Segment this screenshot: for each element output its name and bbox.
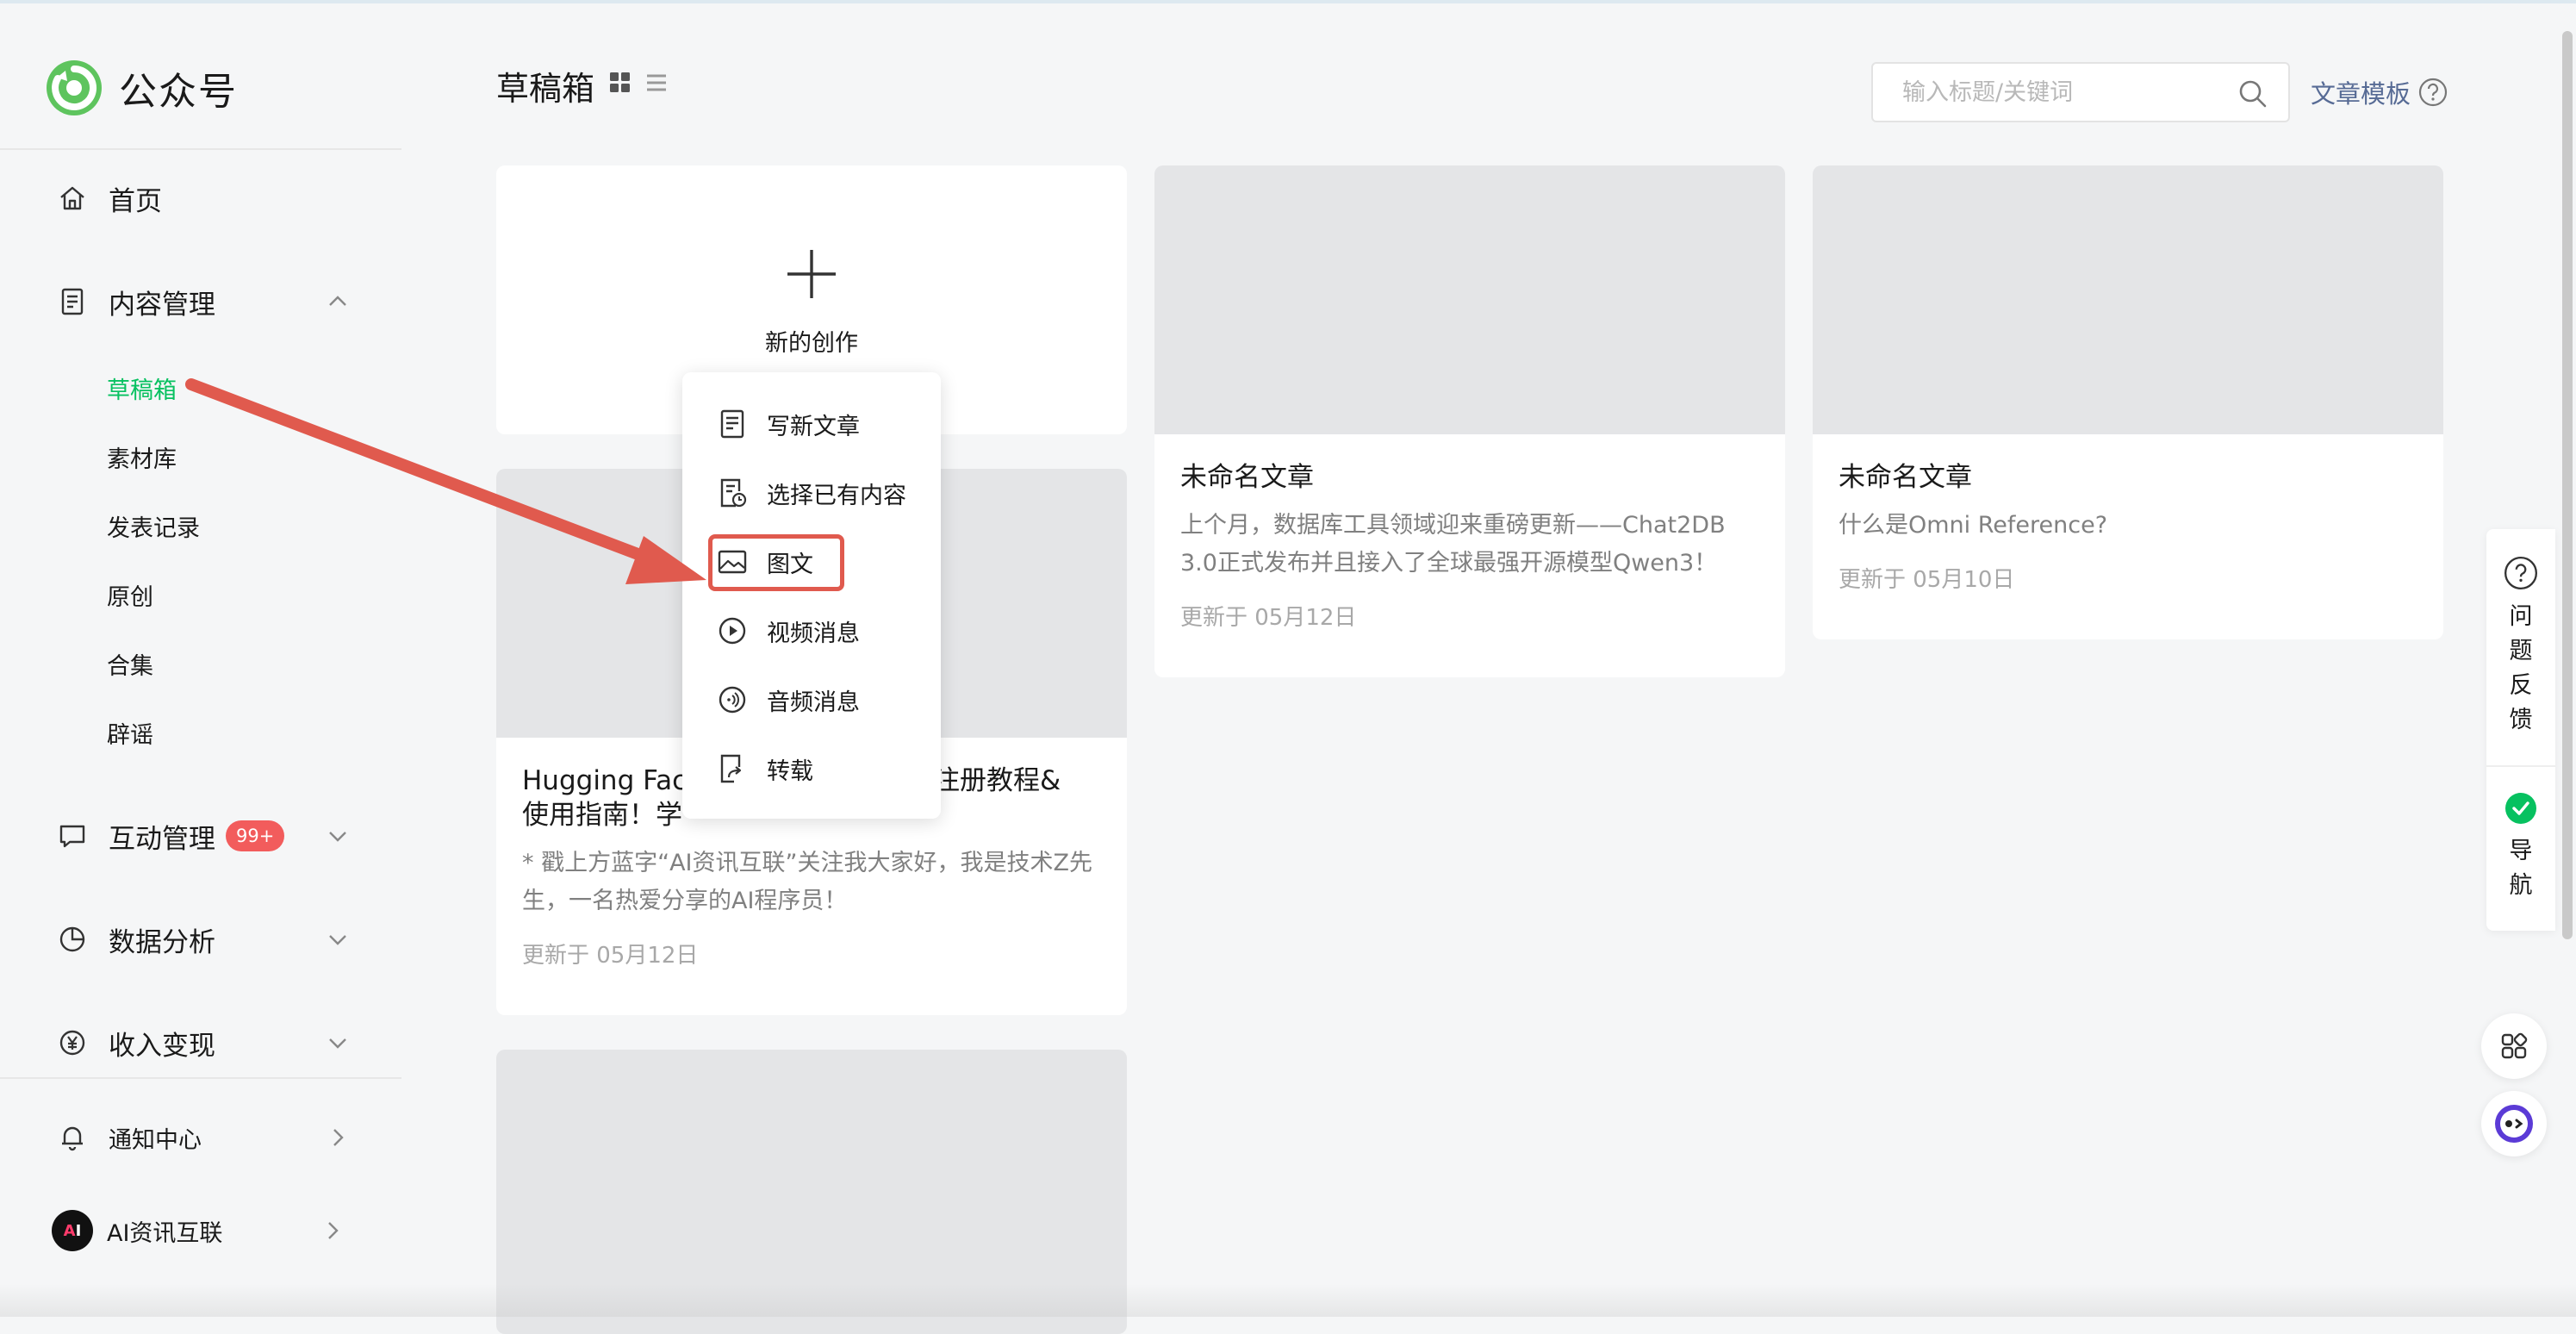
search-icon[interactable]	[2237, 78, 2269, 110]
article-template-label: 文章模板	[2311, 79, 2411, 109]
feedback-label: 问题反馈	[2509, 603, 2533, 733]
sidebar-subitem-drafts[interactable]: 草稿箱	[107, 372, 177, 410]
app-logo[interactable]: 公众号	[45, 59, 238, 117]
pie-chart-icon	[57, 924, 88, 955]
chevron-up-icon	[329, 296, 346, 306]
sidebar-item-label: 通知中心	[109, 1126, 202, 1154]
repost-document-icon	[720, 754, 742, 783]
draft-card[interactable]: 未命名文章 上个月，数据库工具领域迎来重磅更新——Chat2DB 3.0正式发布…	[1154, 165, 1785, 677]
grid-view-icon[interactable]	[608, 71, 632, 95]
sidebar-item-monetization[interactable]: 收入变现	[57, 1017, 350, 1069]
panel-divider	[2486, 765, 2555, 767]
menu-item-repost[interactable]: 转载	[717, 743, 813, 795]
card-update-date: 更新于 05月12日	[1180, 605, 1357, 631]
bot-face-icon	[2495, 1105, 2533, 1143]
scrollbar[interactable]	[2562, 31, 2573, 939]
menu-item-video-message[interactable]: 视频消息	[717, 605, 860, 657]
sidebar-subitem-original[interactable]: 原创	[107, 579, 153, 617]
list-view-icon[interactable]	[644, 71, 669, 95]
chevron-down-icon	[329, 832, 346, 842]
sidebar-item-content-management[interactable]: 内容管理	[57, 276, 350, 327]
avatar: AI	[52, 1210, 93, 1251]
feedback-button[interactable]: 问题反馈	[2486, 555, 2555, 738]
card-cover-image	[1154, 165, 1785, 434]
page-title: 草稿箱	[496, 70, 595, 108]
new-creation-label: 新的创作	[765, 330, 858, 357]
apps-button[interactable]	[2481, 1013, 2547, 1079]
home-icon	[57, 183, 88, 214]
chevron-down-icon	[329, 935, 346, 945]
card-cover-image	[1813, 165, 2443, 434]
navigation-label: 导航	[2509, 838, 2533, 899]
sidebar-divider	[0, 1077, 401, 1079]
sidebar-item-label: 首页	[109, 185, 162, 217]
assistant-bot-button[interactable]	[2481, 1091, 2547, 1156]
card-title: 未命名文章	[1180, 462, 1314, 493]
navigation-check-icon	[2505, 793, 2536, 824]
audio-circle-icon	[719, 686, 746, 714]
chat-bubble-icon	[57, 820, 88, 851]
play-circle-icon	[719, 617, 746, 645]
chevron-right-icon	[333, 1129, 344, 1146]
wechat-mp-logo-icon	[47, 60, 102, 115]
sidebar-subitem-publish-records[interactable]: 发表记录	[107, 510, 200, 548]
search-box	[1871, 62, 2290, 122]
card-description: 上个月，数据库工具领域迎来重磅更新——Chat2DB 3.0正式发布并且接入了全…	[1180, 512, 1726, 577]
sidebar-item-label: 互动管理	[109, 823, 215, 855]
document-clock-icon	[720, 478, 747, 508]
sidebar-item-label: 数据分析	[109, 926, 215, 958]
notification-badge: 99+	[226, 820, 285, 851]
sidebar-item-notifications[interactable]: 通知中心	[57, 1112, 350, 1163]
document-icon	[57, 286, 88, 317]
help-circle-icon	[2504, 556, 2538, 590]
document-icon	[720, 409, 744, 439]
apps-grid-icon	[2501, 1032, 2528, 1059]
new-creation-menu: 写新文章 选择已有内容 图文 视频消息 音频消息 转载	[682, 372, 941, 819]
bottom-fade	[0, 1284, 2576, 1317]
sidebar-item-account[interactable]: AI AI资讯互联	[52, 1205, 345, 1256]
sidebar-subitem-materials[interactable]: 素材库	[107, 441, 177, 479]
account-name: AI资讯互联	[107, 1219, 223, 1247]
card-description: 什么是Omni Reference?	[1839, 512, 2108, 539]
plus-icon	[787, 250, 836, 298]
app-name: 公众号	[119, 70, 238, 114]
sidebar-item-label: 收入变现	[109, 1030, 215, 1062]
bell-icon	[57, 1122, 88, 1153]
sidebar-item-home[interactable]: 首页	[57, 172, 350, 224]
menu-item-write-article[interactable]: 写新文章	[717, 398, 860, 450]
sidebar-item-interaction-management[interactable]: 互动管理 99+	[57, 810, 350, 862]
menu-item-select-existing[interactable]: 选择已有内容	[717, 467, 906, 519]
sidebar: 公众号 首页 内容管理 草稿箱 素材库 发表记录 原创 合集 辟谣 互动管理 9…	[0, 3, 401, 1317]
card-update-date: 更新于 05月12日	[522, 943, 699, 969]
article-template-link[interactable]: 文章模板	[2311, 74, 2448, 110]
sidebar-item-label: 内容管理	[109, 289, 215, 321]
help-circle-icon[interactable]	[2417, 77, 2448, 108]
card-description: * 戳上方蓝字“AI资讯互联”关注我大家好，我是技术Z先生，一名热爱分享的AI程…	[522, 850, 1092, 914]
chevron-right-icon	[328, 1222, 339, 1239]
view-toggle	[608, 71, 669, 95]
annotation-highlight-box	[708, 534, 844, 591]
sidebar-divider	[0, 148, 401, 150]
chevron-down-icon	[329, 1038, 346, 1049]
search-input[interactable]	[1902, 78, 2212, 106]
yen-coin-icon	[57, 1027, 88, 1058]
card-update-date: 更新于 05月10日	[1839, 567, 2015, 593]
right-float-panel: 问题反馈 导航	[2486, 529, 2555, 931]
sidebar-subitem-rumor-refutation[interactable]: 辟谣	[107, 717, 153, 755]
menu-item-audio-message[interactable]: 音频消息	[717, 674, 860, 726]
navigation-button[interactable]: 导航	[2486, 791, 2555, 903]
sidebar-subitem-collections[interactable]: 合集	[107, 648, 153, 686]
draft-card[interactable]: 未命名文章 什么是Omni Reference? 更新于 05月10日	[1813, 165, 2443, 639]
card-title: 未命名文章	[1839, 462, 1972, 493]
sidebar-item-data-analysis[interactable]: 数据分析	[57, 913, 350, 965]
